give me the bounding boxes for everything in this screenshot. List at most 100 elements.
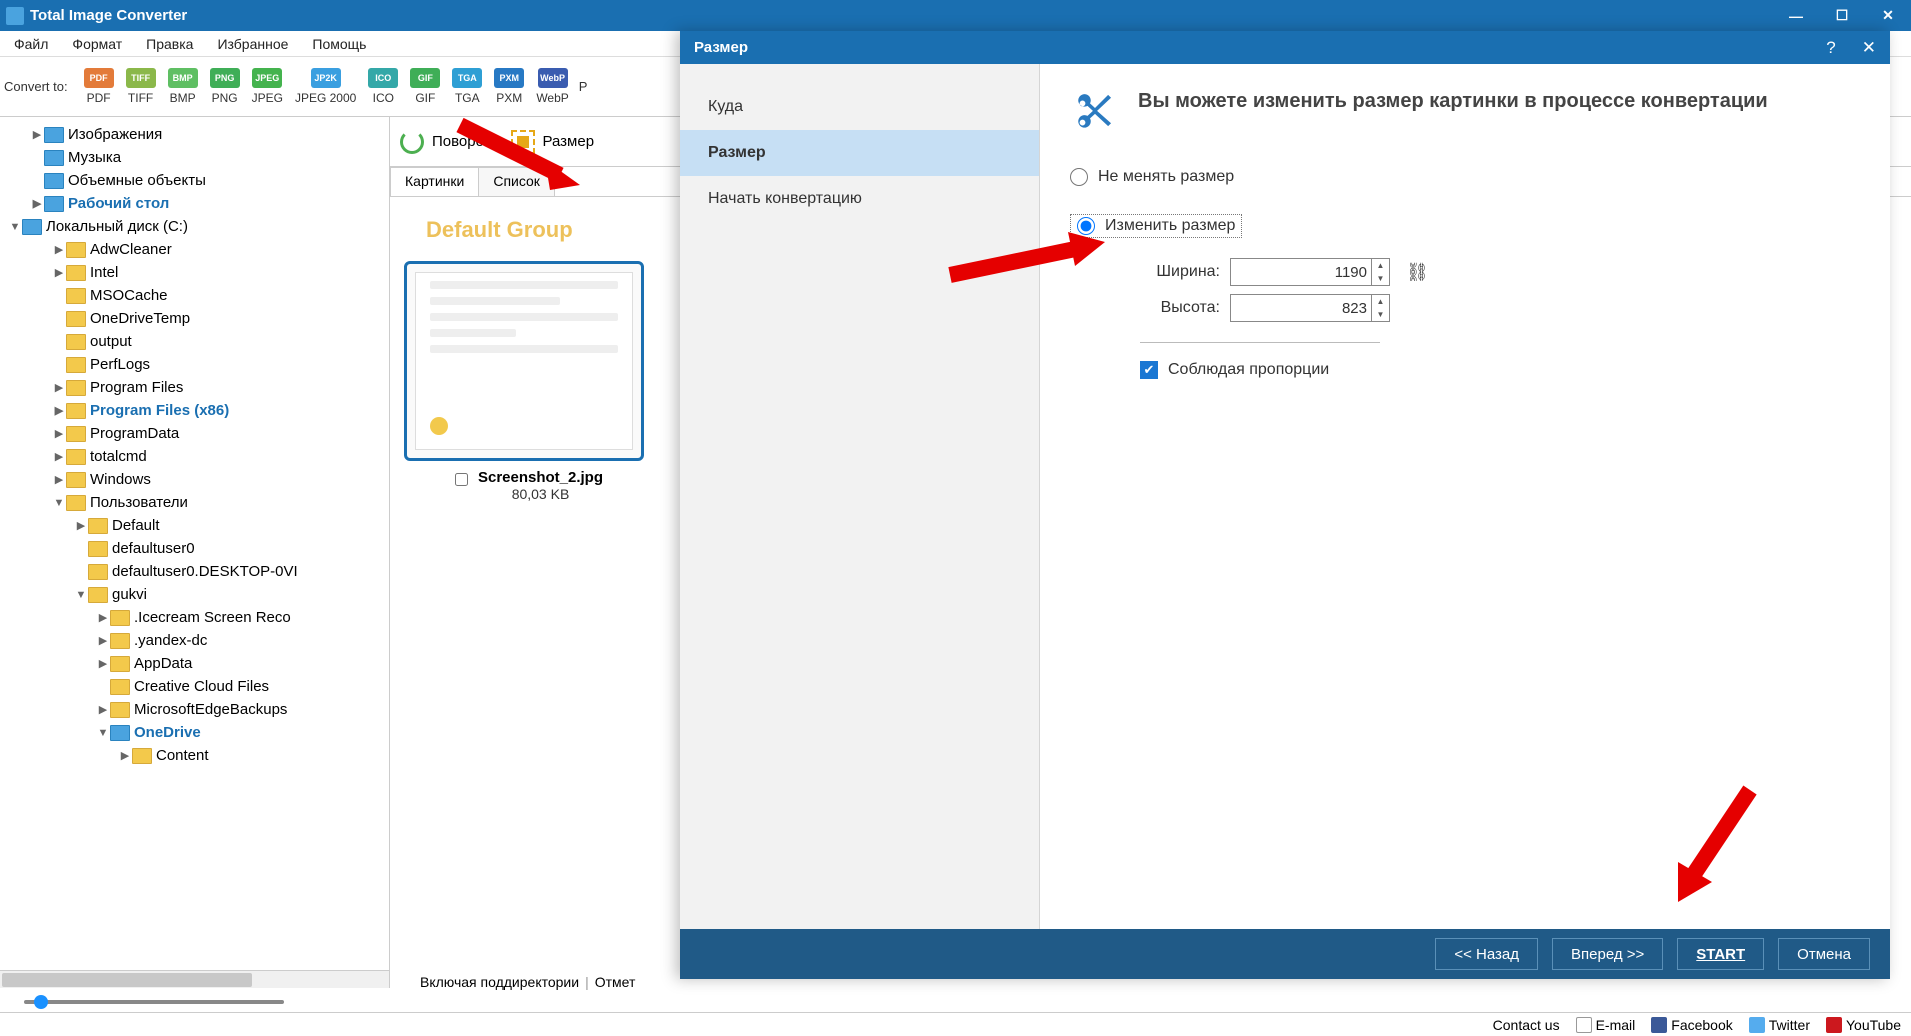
tree-item[interactable]: ▶Program Files xyxy=(0,376,389,399)
format-gif[interactable]: GIFGIF xyxy=(410,68,440,105)
sidebar-scrollbar[interactable] xyxy=(0,970,389,988)
zoom-slider[interactable] xyxy=(24,1000,284,1004)
cancel-button[interactable]: Отмена xyxy=(1778,938,1870,970)
radio-keep-size[interactable]: Не менять размер xyxy=(1070,168,1860,186)
zoom-slider-row xyxy=(0,990,1911,1014)
toolbar-more: P xyxy=(579,79,588,94)
dialog-titlebar: Размер ? ✕ xyxy=(680,31,1890,64)
menu-favorites[interactable]: Избранное xyxy=(205,36,300,52)
tree-item[interactable]: Музыка xyxy=(0,146,389,169)
tree-item[interactable]: Creative Cloud Files xyxy=(0,675,389,698)
tree-item[interactable]: ▶.yandex-dc xyxy=(0,629,389,652)
tree-item[interactable]: ▶Default xyxy=(0,514,389,537)
format-tiff[interactable]: TIFFTIFF xyxy=(126,68,156,105)
file-name: Screenshot_2.jpg xyxy=(478,469,603,486)
tree-item[interactable]: defaultuser0.DESKTOP-0VI xyxy=(0,560,389,583)
footer: Contact us E-mail Facebook Twitter YouTu… xyxy=(0,1012,1911,1036)
tree-item[interactable]: ▶ProgramData xyxy=(0,422,389,445)
footer-twitter[interactable]: Twitter xyxy=(1749,1017,1810,1033)
dialog-close-icon[interactable]: ✕ xyxy=(1862,38,1876,58)
nav-size[interactable]: Размер xyxy=(680,130,1039,176)
tab-list[interactable]: Список xyxy=(478,167,555,196)
tree-item[interactable]: ▼OneDrive xyxy=(0,721,389,744)
dialog-main: Вы можете изменить размер картинки в про… xyxy=(1040,64,1890,929)
back-button[interactable]: << Назад xyxy=(1435,938,1538,970)
minimize-button[interactable]: — xyxy=(1773,0,1819,31)
tree-item[interactable]: ▼Локальный диск (C:) xyxy=(0,215,389,238)
dialog-heading: Вы можете изменить размер картинки в про… xyxy=(1138,88,1768,115)
tree-item[interactable]: MSOCache xyxy=(0,284,389,307)
maximize-button[interactable]: ☐ xyxy=(1819,0,1865,31)
keep-ratio-check[interactable]: ✔ Соблюдая пропорции xyxy=(1140,361,1860,379)
status-subdirs[interactable]: Включая поддиректории xyxy=(420,974,579,990)
divider xyxy=(1140,342,1380,343)
app-logo-icon xyxy=(6,7,24,25)
dialog-nav: Куда Размер Начать конвертацию xyxy=(680,64,1040,929)
format-webp[interactable]: WebPWebP xyxy=(536,68,568,105)
next-button[interactable]: Вперед >> xyxy=(1552,938,1663,970)
format-jpeg2000[interactable]: JP2KJPEG 2000 xyxy=(295,68,356,105)
tree-item[interactable]: ▼Пользователи xyxy=(0,491,389,514)
tree-item[interactable]: ▶AppData xyxy=(0,652,389,675)
resize-button[interactable]: Размер xyxy=(511,130,595,154)
tree-item[interactable]: ▶totalcmd xyxy=(0,445,389,468)
tree-item[interactable]: output xyxy=(0,330,389,353)
nav-destination[interactable]: Куда xyxy=(680,84,1039,130)
file-checkbox[interactable] xyxy=(455,473,468,486)
folder-sidebar: ▶ИзображенияМузыкаОбъемные объекты▶Рабоч… xyxy=(0,117,390,988)
status-mark[interactable]: Отмет xyxy=(595,974,636,990)
status-bar: Включая поддиректории | Отмет xyxy=(420,974,635,990)
tree-item[interactable]: defaultuser0 xyxy=(0,537,389,560)
close-button[interactable]: ✕ xyxy=(1865,0,1911,31)
radio-resize-input[interactable] xyxy=(1077,217,1095,235)
window-controls: — ☐ ✕ xyxy=(1773,0,1911,31)
format-pxm[interactable]: PXMPXM xyxy=(494,68,524,105)
start-button[interactable]: START xyxy=(1677,938,1764,970)
menu-file[interactable]: Файл xyxy=(2,36,60,52)
menu-edit[interactable]: Правка xyxy=(134,36,205,52)
format-pdf[interactable]: PDFPDF xyxy=(84,68,114,105)
tree-item[interactable]: ▶Windows xyxy=(0,468,389,491)
format-png[interactable]: PNGPNG xyxy=(210,68,240,105)
resize-dialog: Размер ? ✕ Куда Размер Начать конвертаци… xyxy=(680,31,1890,979)
format-jpeg[interactable]: JPEGJPEG xyxy=(252,68,283,105)
link-icon[interactable]: ⛓ xyxy=(1406,262,1429,283)
footer-contact[interactable]: Contact us xyxy=(1493,1017,1560,1033)
file-thumb[interactable]: Screenshot_2.jpg 80,03 KB xyxy=(404,261,654,502)
dialog-help-icon[interactable]: ? xyxy=(1826,38,1835,58)
tree-item[interactable]: ▶AdwCleaner xyxy=(0,238,389,261)
tab-pictures[interactable]: Картинки xyxy=(390,167,479,196)
menu-format[interactable]: Формат xyxy=(60,36,134,52)
radio-resize[interactable]: Изменить размер xyxy=(1070,214,1242,238)
format-tga[interactable]: TGATGA xyxy=(452,68,482,105)
rotate-button[interactable]: Поворот xyxy=(400,130,491,154)
footer-facebook[interactable]: Facebook xyxy=(1651,1017,1732,1033)
tree-item[interactable]: ▶Рабочий стол xyxy=(0,192,389,215)
menu-help[interactable]: Помощь xyxy=(300,36,378,52)
tree-item[interactable]: ▶.Icecream Screen Reco xyxy=(0,606,389,629)
footer-youtube[interactable]: YouTube xyxy=(1826,1017,1901,1033)
tree-item[interactable]: ▼gukvi xyxy=(0,583,389,606)
format-bmp[interactable]: BMPBMP xyxy=(168,68,198,105)
tree-item[interactable]: Объемные объекты xyxy=(0,169,389,192)
tree-item[interactable]: ▶Program Files (x86) xyxy=(0,399,389,422)
folder-tree[interactable]: ▶ИзображенияМузыкаОбъемные объекты▶Рабоч… xyxy=(0,117,389,970)
height-label: Высота: xyxy=(1120,299,1220,317)
tree-item[interactable]: ▶Content xyxy=(0,744,389,767)
tree-item[interactable]: OneDriveTemp xyxy=(0,307,389,330)
titlebar: Total Image Converter — ☐ ✕ xyxy=(0,0,1911,31)
format-ico[interactable]: ICOICO xyxy=(368,68,398,105)
nav-start[interactable]: Начать конвертацию xyxy=(680,176,1039,222)
tree-item[interactable]: ▶Intel xyxy=(0,261,389,284)
width-input[interactable]: 1190▲▼ xyxy=(1230,258,1390,286)
width-row: Ширина: 1190▲▼ ⛓ xyxy=(1120,258,1860,286)
height-input[interactable]: 823▲▼ xyxy=(1230,294,1390,322)
width-label: Ширина: xyxy=(1120,263,1220,281)
tree-item[interactable]: ▶Изображения xyxy=(0,123,389,146)
app-title: Total Image Converter xyxy=(30,7,187,24)
footer-email[interactable]: E-mail xyxy=(1576,1017,1636,1033)
tree-item[interactable]: ▶MicrosoftEdgeBackups xyxy=(0,698,389,721)
radio-keep-input[interactable] xyxy=(1070,168,1088,186)
keep-ratio-label: Соблюдая пропорции xyxy=(1168,361,1329,379)
tree-item[interactable]: PerfLogs xyxy=(0,353,389,376)
